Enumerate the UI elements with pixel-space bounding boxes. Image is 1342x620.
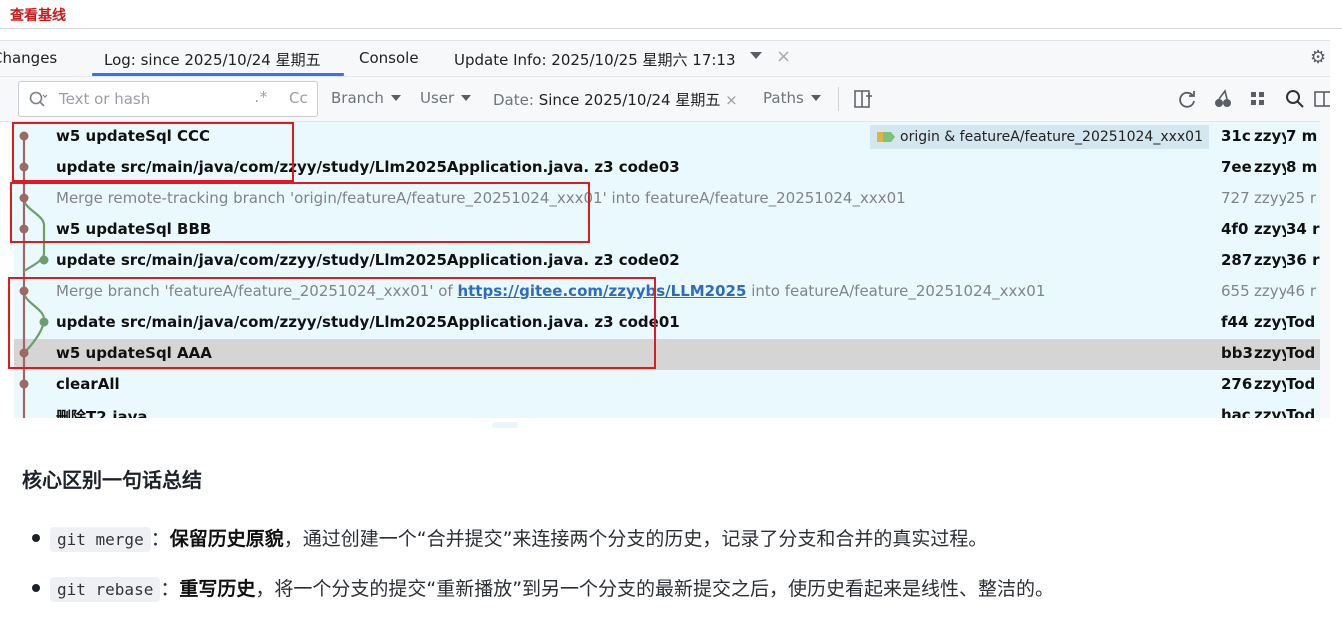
list-item: git merge ：保留历史原貌，通过创建一个“合并提交”来连接两个分支的历史，… [50,524,988,552]
match-case-toggle[interactable]: Cc [289,89,308,107]
description: ，将一个分支的提交“重新播放”到另一个分支的最新提交之后，使历史看起来是线性、整… [255,578,1055,600]
commit-hash: hac [1221,406,1251,418]
table-row[interactable]: 删除T2.java hac zzyy Tod [14,401,1320,418]
date-filter-value: Since 2025/10/24 星期五 [538,91,721,109]
commit-hash: 4f0 [1221,220,1249,238]
commit-author: zzyy [1254,375,1286,393]
cherry-pick-icon[interactable] [1212,88,1234,110]
commit-author: zzyy [1254,251,1286,269]
table-row[interactable]: update src/main/java/com/zzyy/study/Llm2… [14,246,1320,277]
page-title: 查看基线 [10,8,66,24]
find-icon[interactable] [1284,88,1306,110]
regex-toggle[interactable]: .* [255,88,267,106]
divider [0,28,1342,29]
commit-hash: bb3 [1221,344,1253,362]
bullet [32,534,40,542]
commit-hash: 31c [1221,127,1251,145]
gear-icon[interactable]: ⚙ [1310,47,1326,68]
show-details-icon[interactable] [1248,88,1270,110]
tab-log[interactable]: Log: since 2025/10/24 星期五 [104,49,321,70]
search-box: .* Cc [18,81,318,117]
tab-update-info[interactable]: Update Info: 2025/10/25 星期六 17:13 [454,49,736,70]
search-input[interactable] [59,90,239,108]
refresh-icon[interactable] [1176,88,1198,110]
highlight-box-ccc [12,122,294,182]
date-filter-label: Date: [493,91,534,109]
commit-hash: 287 [1221,251,1253,269]
user-filter-label: User [420,89,455,107]
new-tab-icon[interactable] [852,88,874,110]
highlight-box-aaa [8,277,656,369]
tool-tabs: Changes Log: since 2025/10/24 星期五 Consol… [0,41,1330,77]
highlight-box-bbb [10,182,590,243]
commit-hash: 655 [1221,282,1250,300]
commit-author: zzyy [1254,158,1286,176]
branch-ref-badge[interactable]: origin & featureA/feature_20251024_xxx01 [870,125,1209,149]
summary-section: 核心区别一句话总结 git merge ：保留历史原貌，通过创建一个“合并提交”来… [0,418,1342,620]
paths-filter[interactable]: Paths [763,89,821,107]
commit-date: Tod [1286,344,1316,362]
commit-author: zzyy [1254,344,1286,362]
colon: ： [160,578,180,600]
colon: ： [150,528,170,550]
commit-hash: f44 [1221,313,1249,331]
chevron-down-icon [461,95,472,101]
commit-hash: 276 [1221,375,1253,393]
commit-date: Tod [1286,406,1316,418]
commit-hash: 727 [1221,189,1250,207]
list-item: git rebase ：重写历史，将一个分支的提交“重新播放”到另一个分支的最新提… [50,574,1055,602]
emphasis: 重写历史 [179,578,256,600]
commit-date: 46 r [1286,282,1317,300]
commit-node [19,379,29,389]
emphasis: 保留历史原貌 [169,528,284,550]
description: ，通过创建一个“合并提交”来连接两个分支的历史，记录了分支和合并的真实过程。 [283,528,988,550]
search-icon[interactable] [28,90,48,110]
paths-filter-label: Paths [763,89,804,107]
close-icon[interactable]: × [776,46,791,67]
commit-message: update src/main/java/com/zzyy/study/Llm2… [56,251,680,269]
commit-date: 8 m [1286,158,1318,176]
commit-author: zzyy [1254,127,1286,145]
bullet [32,584,40,592]
commit-date: 25 r [1286,189,1317,207]
log-toolbar: .* Cc Branch User Date: Since 2025/10/24… [0,77,1330,121]
commit-date: Tod [1286,375,1316,393]
table-row[interactable]: clearAll 276 zzyy Tod [14,370,1320,401]
chevron-down-icon[interactable] [750,52,762,59]
commit-author: zzyy [1254,282,1286,300]
chevron-down-icon [390,95,401,101]
commit-author: zzyy [1254,313,1286,331]
inline-code: git merge [50,527,151,552]
commit-node [39,255,49,265]
inline-code: git rebase [50,577,161,602]
commit-author: zzyy [1254,189,1286,207]
active-tab-indicator [92,73,344,76]
summary-heading: 核心区别一句话总结 [22,468,202,492]
tab-changes[interactable]: Changes [0,49,57,67]
commit-date: 36 r [1286,251,1320,269]
tag-icon [877,132,895,142]
toolbar-separator [838,87,839,111]
branch-filter[interactable]: Branch [331,89,401,107]
preview-pane-icon[interactable] [1312,88,1330,110]
commit-date: 34 r [1286,220,1320,238]
commit-hash: 7ee [1221,158,1252,176]
commit-author: zzyy [1254,220,1286,238]
chevron-down-icon [810,95,821,101]
user-filter[interactable]: User [420,89,472,107]
tab-console[interactable]: Console [359,49,419,67]
commit-date: 7 m [1286,127,1318,145]
commit-date: Tod [1286,313,1316,331]
scroll-indicator [492,422,518,428]
branch-filter-label: Branch [331,89,384,107]
commit-message-suffix: into featureA/feature_20251024_xxx01 [746,282,1046,300]
commit-author: zzyy [1254,406,1286,418]
date-filter[interactable]: Date: Since 2025/10/24 星期五 × [493,89,738,110]
branch-ref-label: origin & featureA/feature_20251024_xxx01 [900,129,1203,145]
clear-filter-icon[interactable]: × [725,91,738,109]
